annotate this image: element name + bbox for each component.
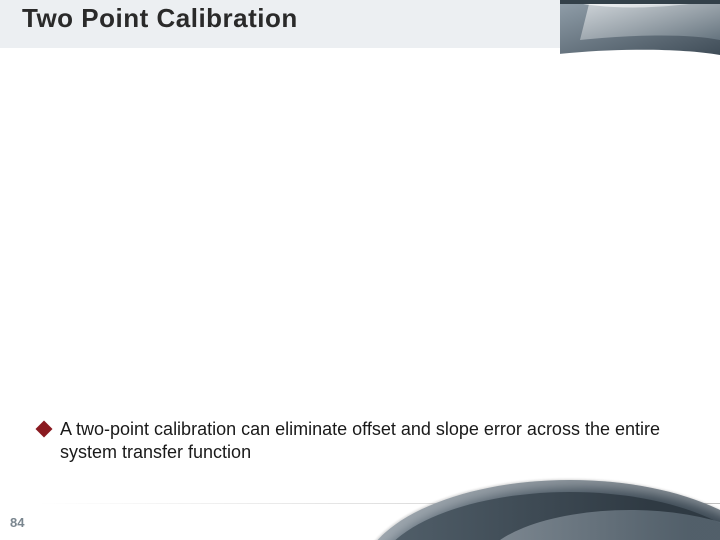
bullet-text: A two-point calibration can eliminate of… — [60, 418, 690, 463]
page-number: 84 — [10, 515, 24, 530]
slide-title: Two Point Calibration — [22, 3, 298, 34]
footer-arc-overlay-icon — [480, 510, 720, 540]
footer-arc-icon — [360, 480, 720, 540]
slide: Two Point Calibration A two-point calibr… — [0, 0, 720, 540]
footer-decoration — [0, 498, 720, 540]
corner-decoration — [560, 0, 720, 55]
diamond-bullet-icon — [36, 421, 53, 438]
bullet-row: A two-point calibration can eliminate of… — [38, 418, 690, 463]
